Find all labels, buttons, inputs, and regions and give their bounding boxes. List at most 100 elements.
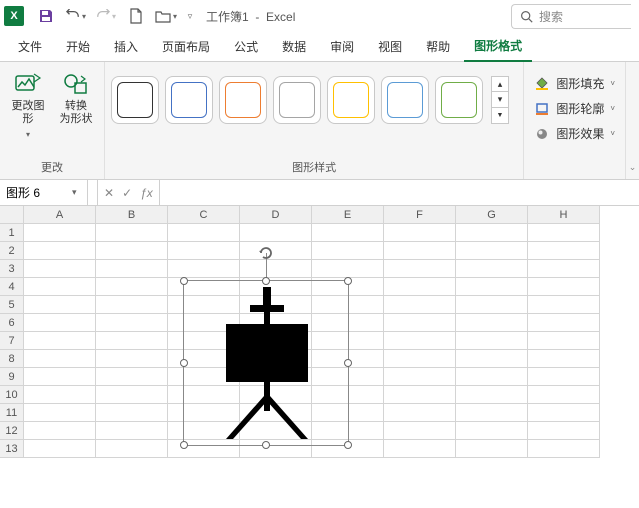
cell[interactable] xyxy=(168,260,240,278)
cell[interactable] xyxy=(528,440,600,458)
cell[interactable] xyxy=(456,350,528,368)
cell[interactable] xyxy=(528,368,600,386)
style-swatch-0[interactable] xyxy=(111,76,159,124)
col-header-H[interactable]: H xyxy=(528,206,600,224)
resize-handle-w[interactable] xyxy=(180,359,188,367)
cell[interactable] xyxy=(384,404,456,422)
cell[interactable] xyxy=(456,368,528,386)
cell[interactable] xyxy=(96,440,168,458)
cell[interactable] xyxy=(240,242,312,260)
cell[interactable] xyxy=(384,278,456,296)
rotate-handle[interactable] xyxy=(258,245,274,264)
cell[interactable] xyxy=(96,314,168,332)
resize-handle-ne[interactable] xyxy=(344,277,352,285)
cell[interactable] xyxy=(96,368,168,386)
cell[interactable] xyxy=(384,350,456,368)
cell[interactable] xyxy=(24,296,96,314)
formula-input[interactable] xyxy=(160,180,639,205)
row-header-7[interactable]: 7 xyxy=(0,332,24,350)
graphic-effects-button[interactable]: 图形效果 ˅ xyxy=(530,122,619,145)
resize-handle-n[interactable] xyxy=(262,277,270,285)
cell[interactable] xyxy=(456,278,528,296)
cell[interactable] xyxy=(528,278,600,296)
style-swatch-6[interactable] xyxy=(435,76,483,124)
resize-handle-e[interactable] xyxy=(344,359,352,367)
cell[interactable] xyxy=(312,242,384,260)
col-header-F[interactable]: F xyxy=(384,206,456,224)
tab-insert[interactable]: 插入 xyxy=(104,32,148,61)
row-header-13[interactable]: 13 xyxy=(0,440,24,458)
cell[interactable] xyxy=(456,314,528,332)
undo-button[interactable]: ▾ xyxy=(62,2,90,30)
cell[interactable] xyxy=(24,368,96,386)
cell[interactable] xyxy=(456,440,528,458)
cell[interactable] xyxy=(384,224,456,242)
cell[interactable] xyxy=(24,224,96,242)
cell[interactable] xyxy=(528,386,600,404)
tab-help[interactable]: 帮助 xyxy=(416,32,460,61)
cell[interactable] xyxy=(456,332,528,350)
tab-graphic-format[interactable]: 图形格式 xyxy=(464,31,532,62)
cell[interactable] xyxy=(24,260,96,278)
save-button[interactable] xyxy=(32,2,60,30)
cell[interactable] xyxy=(456,224,528,242)
col-header-D[interactable]: D xyxy=(240,206,312,224)
tab-formula[interactable]: 公式 xyxy=(224,32,268,61)
cell[interactable] xyxy=(96,224,168,242)
select-all-corner[interactable] xyxy=(0,206,24,224)
style-swatch-4[interactable] xyxy=(327,76,375,124)
style-swatch-3[interactable] xyxy=(273,76,321,124)
cell[interactable] xyxy=(384,242,456,260)
col-header-E[interactable]: E xyxy=(312,206,384,224)
cell[interactable] xyxy=(240,260,312,278)
ribbon-collapse-button[interactable]: ⌄ xyxy=(625,62,639,179)
cell[interactable] xyxy=(96,296,168,314)
easel-graphic[interactable] xyxy=(214,287,320,444)
graphic-outline-button[interactable]: 图形轮廓 ˅ xyxy=(530,97,619,120)
cell[interactable] xyxy=(96,404,168,422)
tab-data[interactable]: 数据 xyxy=(272,32,316,61)
cell[interactable] xyxy=(528,260,600,278)
col-header-A[interactable]: A xyxy=(24,206,96,224)
col-header-C[interactable]: C xyxy=(168,206,240,224)
row-header-9[interactable]: 9 xyxy=(0,368,24,386)
row-header-12[interactable]: 12 xyxy=(0,422,24,440)
cell[interactable] xyxy=(384,368,456,386)
cell[interactable] xyxy=(384,260,456,278)
cell[interactable] xyxy=(24,350,96,368)
row-header-5[interactable]: 5 xyxy=(0,296,24,314)
row-header-11[interactable]: 11 xyxy=(0,404,24,422)
row-header-2[interactable]: 2 xyxy=(0,242,24,260)
cell[interactable] xyxy=(24,386,96,404)
convert-shape-button[interactable]: 转换 为形状 xyxy=(54,66,98,130)
cell[interactable] xyxy=(96,260,168,278)
cell[interactable] xyxy=(456,296,528,314)
cell[interactable] xyxy=(528,422,600,440)
cell[interactable] xyxy=(96,386,168,404)
name-box[interactable]: ▾ xyxy=(0,180,88,205)
cell[interactable] xyxy=(384,422,456,440)
row-header-3[interactable]: 3 xyxy=(0,260,24,278)
cell[interactable] xyxy=(24,242,96,260)
style-swatch-1[interactable] xyxy=(165,76,213,124)
graphic-fill-button[interactable]: 图形填充 ˅ xyxy=(530,72,619,95)
cell[interactable] xyxy=(384,440,456,458)
cell[interactable] xyxy=(96,350,168,368)
tab-view[interactable]: 视图 xyxy=(368,32,412,61)
name-box-input[interactable] xyxy=(6,186,68,200)
cell[interactable] xyxy=(528,350,600,368)
style-swatch-5[interactable] xyxy=(381,76,429,124)
cell[interactable] xyxy=(168,224,240,242)
col-header-G[interactable]: G xyxy=(456,206,528,224)
gallery-prev-button[interactable]: ▴ xyxy=(491,76,509,92)
row-header-10[interactable]: 10 xyxy=(0,386,24,404)
resize-handle-sw[interactable] xyxy=(180,441,188,449)
cell[interactable] xyxy=(528,314,600,332)
shape-selection-frame[interactable] xyxy=(183,280,349,446)
cell[interactable] xyxy=(96,332,168,350)
change-graphic-button[interactable]: 更改图 形 ▾ xyxy=(6,66,50,145)
cell[interactable] xyxy=(24,278,96,296)
search-box[interactable]: 搜索 xyxy=(511,4,631,29)
cell[interactable] xyxy=(528,224,600,242)
cell[interactable] xyxy=(240,224,312,242)
